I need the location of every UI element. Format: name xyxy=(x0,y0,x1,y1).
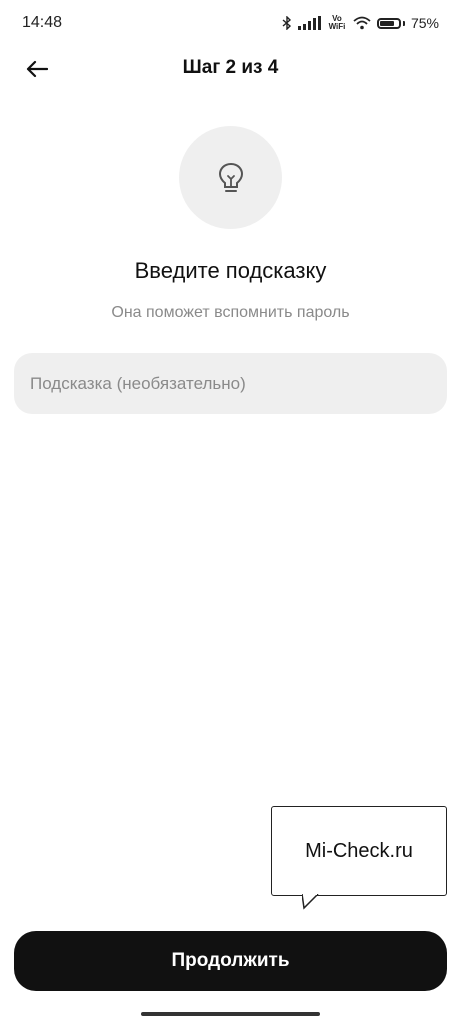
status-time: 14:48 xyxy=(22,14,63,31)
back-button[interactable] xyxy=(22,54,52,84)
home-indicator[interactable] xyxy=(141,1012,320,1016)
watermark-text: Mi-Check.ru xyxy=(305,839,413,862)
arrow-left-icon xyxy=(26,60,48,78)
hint-subheading: Она поможет вспомнить пароль xyxy=(111,304,350,321)
battery-icon xyxy=(376,17,401,29)
vowifi-label: Vo WiFi xyxy=(328,14,346,31)
battery-percentage: 75% xyxy=(410,15,439,31)
status-icons: Vo WiFi 75% xyxy=(282,15,439,31)
bluetooth-icon xyxy=(282,16,291,30)
page-title: Шаг 2 из 4 xyxy=(182,57,279,78)
lightbulb-icon xyxy=(218,162,243,192)
cellular-signal-icon xyxy=(297,16,321,30)
top-bar: Шаг 2 из 4 xyxy=(0,46,461,90)
battery-tip xyxy=(402,20,405,26)
hint-heading: Введите подсказку xyxy=(134,258,327,283)
wifi-icon xyxy=(353,16,371,30)
hint-input[interactable] xyxy=(14,353,447,414)
continue-button[interactable]: Продолжить xyxy=(14,931,447,991)
speech-bubble-tail xyxy=(302,894,319,910)
lightbulb-icon-container xyxy=(179,126,282,229)
watermark-bubble: Mi-Check.ru xyxy=(271,806,447,896)
status-bar: 14:48 Vo WiFi 75% xyxy=(0,0,461,46)
